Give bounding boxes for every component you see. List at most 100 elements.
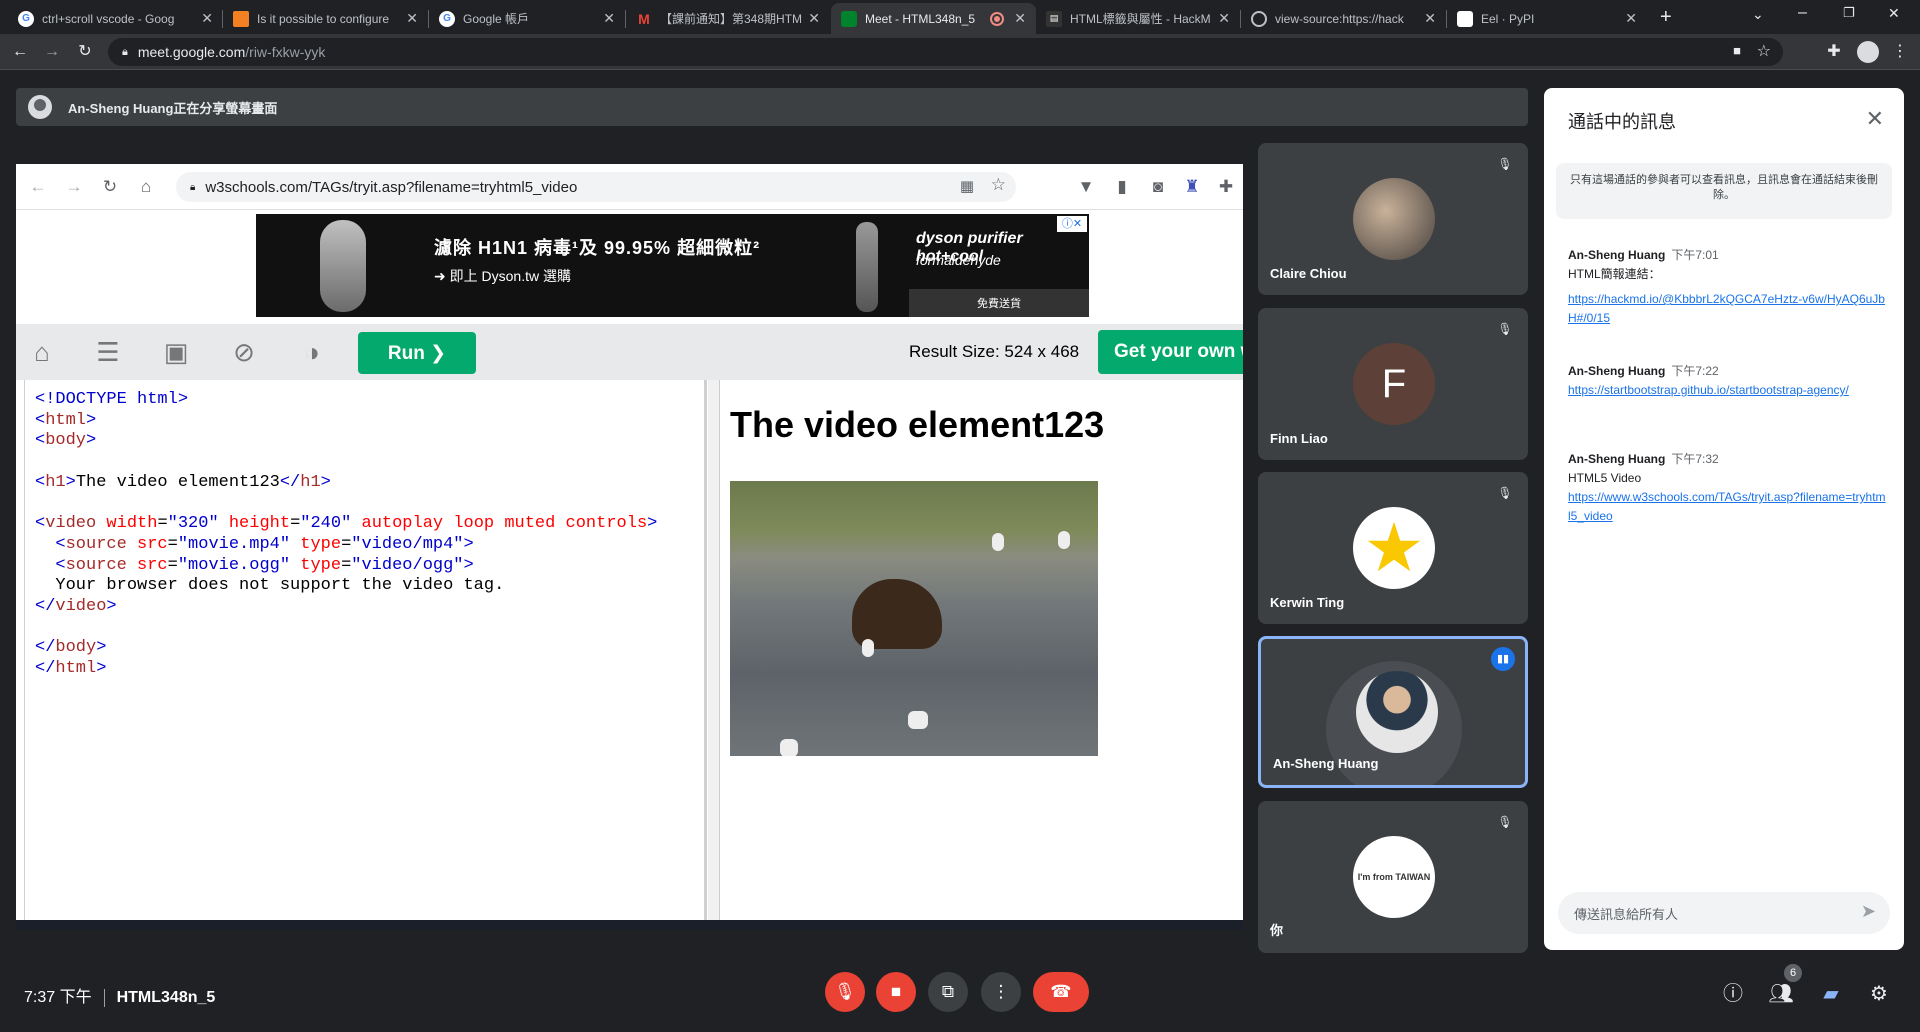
participant-count-badge: 6 xyxy=(1784,964,1802,982)
ad-cta: 免費送貨 xyxy=(909,289,1089,317)
browser-tab[interactable]: G Google 帳戶 ✕ xyxy=(429,3,625,34)
minimize-icon[interactable]: – xyxy=(1798,4,1807,22)
lock-icon: 🔒︎ xyxy=(190,181,196,193)
shared-screen: ← → ↻ ⌂ 🔒︎ w3schools.com/TAGs/tryit.asp?… xyxy=(16,164,1243,930)
star-avatar: ★ xyxy=(1353,507,1435,589)
result-pane: The video element123 xyxy=(720,380,1243,920)
close-tab-icon[interactable]: ✕ xyxy=(1424,10,1436,27)
participant-tile-self[interactable]: 🎙︎ I'm from TAIWAN 你 xyxy=(1258,801,1528,953)
extension-icon: ♜ xyxy=(1184,177,1200,196)
globe-icon xyxy=(1251,10,1267,27)
get-your-own-button: Get your own w xyxy=(1098,330,1243,374)
chat-link[interactable]: https://www.w3schools.com/TAGs/tryit.asp… xyxy=(1568,488,1888,526)
chat-icon[interactable]: ▰ xyxy=(1818,981,1844,1007)
participant-tile[interactable]: 🎙︎ ★ Kerwin Ting xyxy=(1258,472,1528,624)
participant-tile[interactable]: 🎙︎ F Finn Liao xyxy=(1258,308,1528,460)
code-content: <!DOCTYPE html> <html> <body> <h1>The vi… xyxy=(35,390,658,679)
browser-tab[interactable]: G ctrl+scroll vscode - Goog ✕ xyxy=(8,3,223,34)
browser-tab[interactable]: Eel · PyPI ✕ xyxy=(1447,3,1647,34)
forward-icon[interactable]: → xyxy=(42,42,62,62)
avatar xyxy=(1353,178,1435,260)
extensions-icon: ✚ xyxy=(1218,177,1234,196)
browser-tab[interactable]: view-source:https://hack ✕ xyxy=(1241,3,1446,34)
shared-browser-toolbar: ← → ↻ ⌂ 🔒︎ w3schools.com/TAGs/tryit.asp?… xyxy=(16,164,1243,210)
hackmd-icon: ▤ xyxy=(1046,10,1062,27)
present-screen-button[interactable]: ⧉ xyxy=(928,972,968,1012)
menu-icon: ☰ xyxy=(96,337,120,367)
close-window-icon[interactable]: ✕ xyxy=(1888,5,1900,22)
tab-search-icon[interactable]: ⌄ xyxy=(1752,6,1764,23)
google-icon: G xyxy=(439,10,455,27)
profile-avatar[interactable] xyxy=(1857,41,1879,63)
send-icon[interactable]: ➤ xyxy=(1861,901,1876,922)
avatar xyxy=(1356,671,1438,753)
google-icon: G xyxy=(18,10,34,27)
home-icon: ⌂ xyxy=(140,177,152,196)
new-tab-icon[interactable]: + xyxy=(1660,6,1672,29)
gmail-icon: M xyxy=(638,10,650,27)
meet-icon xyxy=(841,10,857,27)
reload-icon: ↻ xyxy=(102,177,118,196)
video-player xyxy=(730,481,1098,756)
chat-message: An-Sheng Huang 下午7:32 HTML5 Video https:/… xyxy=(1568,450,1888,526)
close-tab-icon[interactable]: ✕ xyxy=(201,10,213,27)
camera-off-button[interactable]: ■ xyxy=(876,972,916,1012)
rotate-icon: ⊘ xyxy=(233,337,255,367)
tryit-toolbar: ⌂ ☰ ▣ ⊘ ◑ Run ❯ Result Size: 524 x 468 G… xyxy=(16,324,1243,380)
people-icon[interactable]: 👥︎ xyxy=(1768,981,1794,1007)
extensions-icon[interactable]: ✚ xyxy=(1824,42,1844,62)
result-heading: The video element123 xyxy=(730,404,1105,445)
leave-call-button[interactable]: ☎︎ xyxy=(1033,972,1089,1012)
close-tab-icon[interactable]: ✕ xyxy=(603,10,615,27)
chat-link[interactable]: https://startbootstrap.github.io/startbo… xyxy=(1568,381,1888,400)
activities-icon[interactable]: ⚙ xyxy=(1866,981,1892,1007)
back-icon[interactable]: ← xyxy=(10,42,30,62)
browser-tab-active[interactable]: Meet - HTML348n_5 ✕ xyxy=(831,3,1036,34)
participant-tile[interactable]: 🎙︎ Claire Chiou xyxy=(1258,143,1528,295)
forward-icon: → xyxy=(65,177,83,196)
close-tab-icon[interactable]: ✕ xyxy=(406,10,418,27)
more-vert-icon: ⋮ xyxy=(992,982,1010,1001)
mic-off-icon: 🎙︎ xyxy=(1497,157,1513,171)
close-icon[interactable]: ✕ xyxy=(1866,106,1884,132)
hang-up-icon: ☎︎ xyxy=(1050,982,1072,1001)
browser-tab[interactable]: Is it possible to configure ✕ xyxy=(223,3,428,34)
browser-tab[interactable]: ▤ HTML標籤與屬性 - HackM ✕ xyxy=(1036,3,1240,34)
meeting-code: HTML348n_5 xyxy=(116,989,216,1006)
camera-off-icon: ■ xyxy=(890,982,902,1001)
presenting-text: An-Sheng Huang正在分享螢幕畫面 xyxy=(68,100,278,116)
close-tab-icon[interactable]: ✕ xyxy=(1625,10,1637,27)
close-tab-icon[interactable]: ✕ xyxy=(1218,10,1230,27)
microphone-off-button[interactable]: 🎙︎ xyxy=(825,972,865,1012)
close-tab-icon[interactable]: ✕ xyxy=(1014,10,1026,27)
bookmark-star-icon[interactable]: ☆ xyxy=(1757,41,1771,61)
mic-off-icon: 🎙︎ xyxy=(834,982,856,1001)
browser-tab[interactable]: M 【課前通知】第348期HTM ✕ xyxy=(626,3,830,34)
back-icon: ← xyxy=(29,177,47,196)
participant-tile-speaking[interactable]: ▮▮ An-Sheng Huang xyxy=(1258,636,1528,788)
menu-icon[interactable]: ⋮ xyxy=(1890,42,1910,62)
extension-icon: ▼ xyxy=(1077,177,1095,196)
camera-icon[interactable]: ■ xyxy=(1733,43,1741,58)
address-bar[interactable]: 🔒︎ meet.google.com/riw-fxkw-yyk ■ ☆ xyxy=(108,38,1783,66)
close-tab-icon[interactable]: ✕ xyxy=(808,10,820,27)
info-icon[interactable]: ⓘ xyxy=(1720,981,1746,1007)
ad-close-icon[interactable]: ⓘ✕ xyxy=(1057,216,1087,232)
pane-divider xyxy=(708,380,720,920)
chat-link[interactable]: https://hackmd.io/@KbbbrL2kQGCA7eHztz-v6… xyxy=(1568,290,1888,328)
lock-icon: 🔒︎ xyxy=(122,45,128,58)
recording-icon xyxy=(992,13,1003,24)
dyson-advertisement[interactable]: 濾除 H1N1 病毒¹及 99.95% 超細微粒² ➜ 即上 Dyson.tw … xyxy=(256,214,1089,317)
cartoon-avatar: I'm from TAIWAN xyxy=(1353,836,1435,918)
stackoverflow-icon xyxy=(233,10,249,27)
url-host: meet.google.com xyxy=(137,44,246,60)
extension-icon: ▮ xyxy=(1117,177,1127,196)
browser-tab-strip: G ctrl+scroll vscode - Goog ✕ Is it poss… xyxy=(0,0,1920,34)
code-editor: <!DOCTYPE html> <html> <body> <h1>The vi… xyxy=(24,380,707,920)
more-options-button[interactable]: ⋮ xyxy=(981,972,1021,1012)
browser-toolbar: ← → ↻ 🔒︎ meet.google.com/riw-fxkw-yyk ■ … xyxy=(0,34,1920,70)
reload-icon[interactable]: ↻ xyxy=(75,42,95,62)
chat-input[interactable]: 傳送訊息給所有人 ➤ xyxy=(1558,892,1890,934)
mic-off-icon: 🎙︎ xyxy=(1497,322,1513,336)
restore-icon[interactable]: ❐ xyxy=(1843,5,1855,21)
